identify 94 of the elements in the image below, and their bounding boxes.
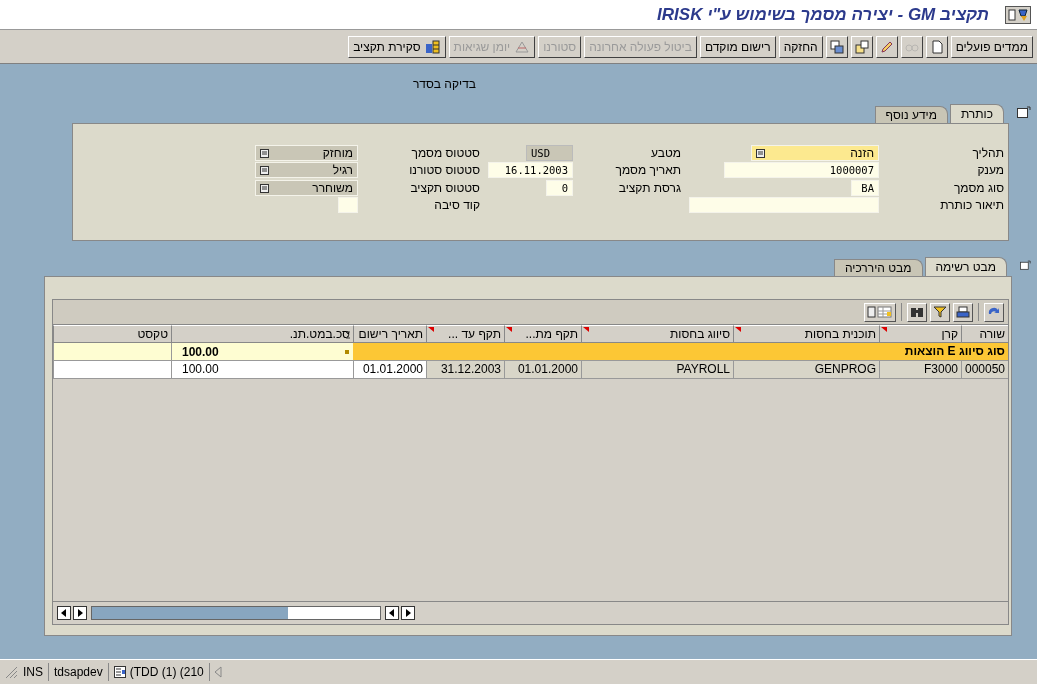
list-icon[interactable] xyxy=(260,165,269,176)
field-label: סוג מסמך xyxy=(952,180,1004,195)
list-icon[interactable] xyxy=(260,147,269,158)
table-cell: 000050 xyxy=(961,361,1008,379)
search-button[interactable] xyxy=(907,302,927,322)
table-cell: 100.00 xyxy=(171,361,353,379)
column-header[interactable]: סכ.במט.תנ. xyxy=(171,325,353,343)
dropdown-field[interactable]: רגיל xyxy=(255,162,358,179)
filter-icon xyxy=(933,305,947,319)
filter-button[interactable] xyxy=(930,302,950,322)
page-icon xyxy=(929,39,944,54)
column-header[interactable]: תקף עד ... xyxy=(426,325,504,343)
field-label: סטטוס תקציב xyxy=(409,180,480,195)
printer-icon xyxy=(956,305,970,319)
chart-icon xyxy=(424,39,441,54)
pencil-button[interactable] xyxy=(875,35,898,58)
tab[interactable]: מבט היררכיה xyxy=(833,259,923,276)
tab[interactable]: כותרת xyxy=(949,104,1004,123)
field-label: תהליך xyxy=(971,145,1004,160)
subtotal-icon xyxy=(345,349,349,354)
scroll-left-icon[interactable] xyxy=(385,606,399,620)
group-row-label: סוג סיווג E הוצאות xyxy=(353,343,1008,361)
dropdown-field[interactable]: מוחזק xyxy=(255,144,358,161)
binoculars-icon xyxy=(910,305,924,319)
field-label: סטטוס סטורנו xyxy=(408,163,480,178)
toolbar-button[interactable]: החזקה xyxy=(778,35,823,58)
list-icon[interactable] xyxy=(756,147,765,158)
scrollbar[interactable] xyxy=(91,606,381,620)
column-header[interactable]: קרן xyxy=(879,325,961,343)
display-field: USD xyxy=(526,144,573,161)
field-label: גרסת תקציב xyxy=(617,180,681,195)
sum-icon xyxy=(345,331,351,339)
table-cell: 01.01.2000 xyxy=(504,361,581,379)
field-label: מטבע xyxy=(650,145,681,160)
layout-button[interactable] xyxy=(864,302,896,322)
dropdown-field[interactable]: משוחרר xyxy=(255,179,358,196)
expand-icon[interactable] xyxy=(1017,106,1031,118)
warning-icon xyxy=(514,39,531,54)
column-header[interactable]: תוכנית בחסות xyxy=(733,325,879,343)
field-label: סטטוס מסמך xyxy=(410,145,480,160)
table-cell: F3000 xyxy=(879,361,961,379)
scroll-right-icon[interactable] xyxy=(73,606,87,620)
resize-grip-icon xyxy=(4,665,18,679)
print-button[interactable] xyxy=(953,302,973,322)
window-button[interactable] xyxy=(850,35,873,58)
dropdown-field[interactable]: הזנה xyxy=(751,144,879,161)
field-label: תאריך מסמך xyxy=(614,163,681,178)
table-cell: GENPROG xyxy=(733,361,879,379)
window-icon xyxy=(829,39,844,54)
input-field[interactable]: 0 xyxy=(546,179,573,196)
session-icon xyxy=(113,666,126,678)
toolbar-button[interactable]: ממדים פועלים xyxy=(950,35,1033,58)
column-header[interactable]: סיווג בחסות xyxy=(581,325,733,343)
layout-icon xyxy=(867,305,893,319)
window-button[interactable] xyxy=(825,35,848,58)
status-field: INS xyxy=(18,663,49,681)
column-header[interactable]: שורה xyxy=(961,325,1008,343)
status-field: (TDD (1) (210 xyxy=(129,665,204,679)
column-header[interactable]: תקף מת... xyxy=(504,325,581,343)
list-icon[interactable] xyxy=(260,182,269,193)
scroll-left-icon[interactable] xyxy=(57,606,71,620)
field-label: תיאור כותרת xyxy=(939,198,1004,213)
toolbar-button[interactable]: סקירת תקציב xyxy=(348,35,446,58)
window-icon xyxy=(854,39,869,54)
scroll-right-icon[interactable] xyxy=(401,606,415,620)
tab[interactable]: מבט רשימה xyxy=(924,257,1007,276)
status-field: tdsapdev xyxy=(49,663,109,681)
table-cell: 01.01.2000 xyxy=(353,361,426,379)
field-label: קוד סיבה xyxy=(433,198,480,213)
sort-marker-icon xyxy=(583,327,589,332)
input-field[interactable] xyxy=(338,197,358,214)
tab[interactable]: מידע נוסף xyxy=(874,106,948,123)
refresh-button[interactable] xyxy=(984,302,1004,322)
system-icon[interactable] xyxy=(1005,5,1031,24)
expand-icon[interactable] xyxy=(1020,259,1031,271)
table-cell: PAYROLL xyxy=(581,361,733,379)
subtotal-cell: 100.00 xyxy=(171,343,353,361)
column-header[interactable]: טקסט xyxy=(53,325,171,343)
toolbar-button[interactable]: רישום מוקדם xyxy=(699,35,776,58)
sort-marker-icon xyxy=(735,327,741,332)
sort-marker-icon xyxy=(428,327,434,332)
sort-marker-icon xyxy=(506,327,512,332)
input-field[interactable]: 16.11.2003 xyxy=(488,162,573,179)
input-field[interactable]: 1000007 xyxy=(724,162,879,179)
input-field[interactable]: BA xyxy=(851,179,879,196)
field-label: מענק xyxy=(976,163,1004,178)
status-message: בדיקה בסדר xyxy=(412,77,476,91)
pencil-icon xyxy=(879,39,894,54)
page-button[interactable] xyxy=(925,35,948,58)
column-header[interactable]: תאריך רישום xyxy=(353,325,426,343)
sort-marker-icon xyxy=(881,327,887,332)
window-title: תקציב GM - יצירה מסמך בשימוש ע"י IRISK xyxy=(657,4,989,25)
table-cell: 31.12.2003 xyxy=(426,361,504,379)
input-field[interactable] xyxy=(689,197,879,214)
